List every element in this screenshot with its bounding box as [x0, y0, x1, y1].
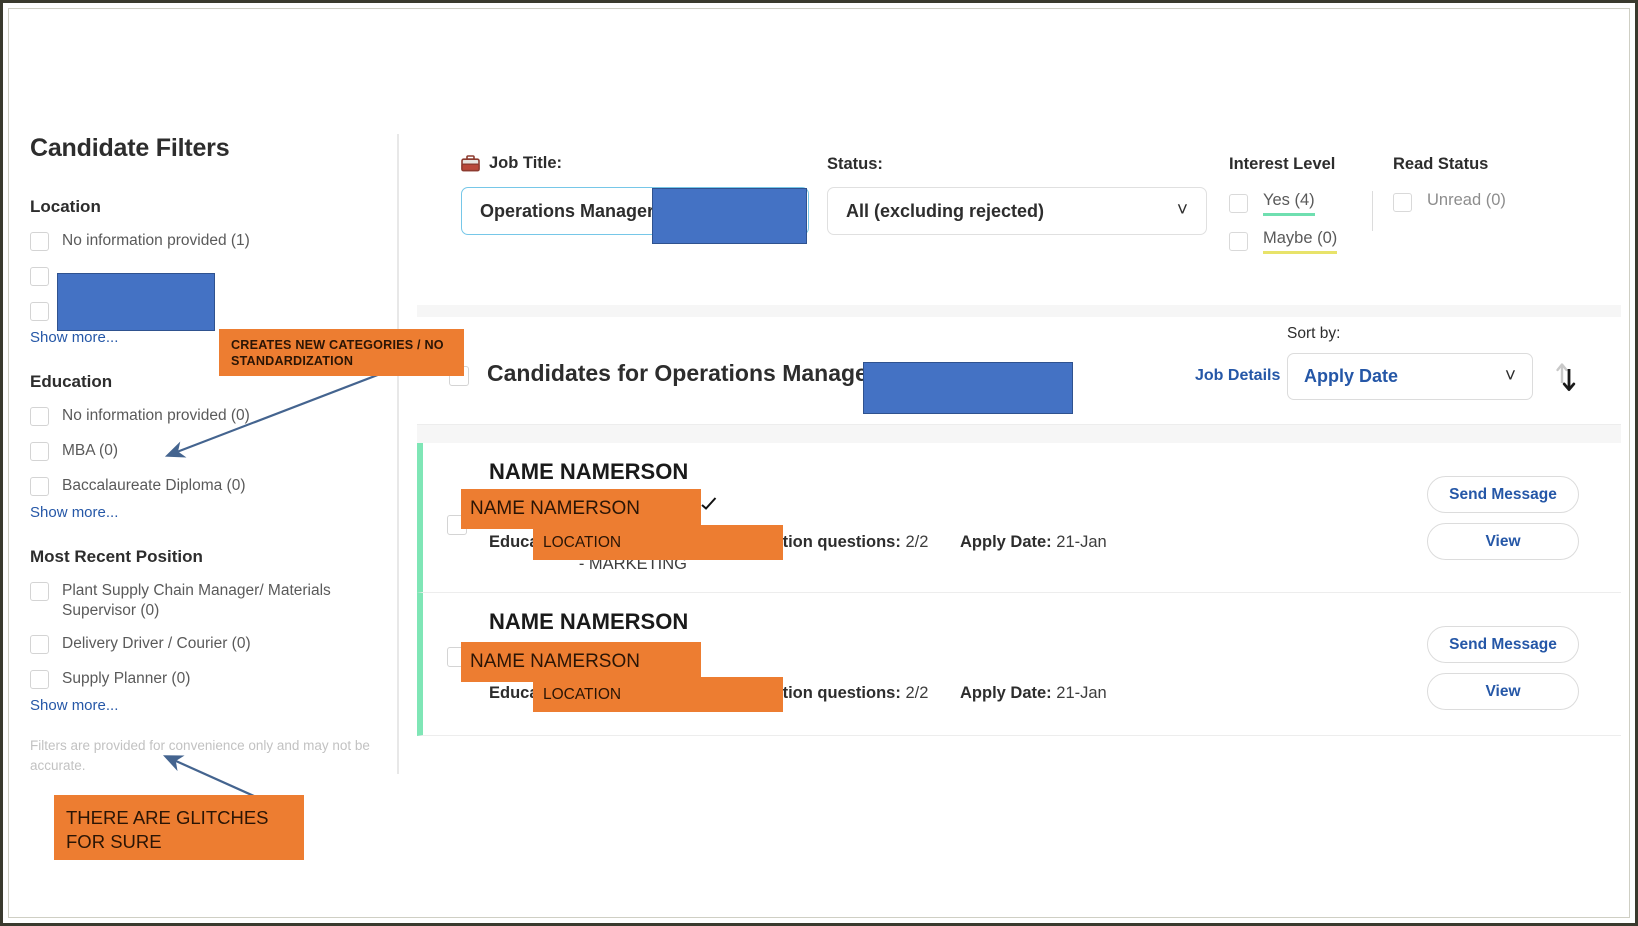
read-option-label: Unread (0)	[1427, 191, 1506, 213]
status-select[interactable]: All (excluding rejected) ˅	[827, 187, 1207, 235]
sidebar-title: Candidate Filters	[30, 134, 396, 163]
job-title-label: Job Title:	[489, 154, 562, 173]
filters-disclaimer: Filters are provided for convenience onl…	[30, 736, 370, 776]
show-more-education[interactable]: Show more...	[30, 504, 396, 521]
filter-group-title-location: Location	[30, 197, 396, 217]
annotation-callout-1: CREATES NEW CATEGORIES / NO STANDARDIZAT…	[219, 329, 464, 376]
checkbox[interactable]	[1229, 194, 1248, 213]
read-status-label: Read Status	[1393, 155, 1488, 174]
redaction-block-candidates-title	[863, 362, 1073, 414]
candidate-filters-sidebar: Candidate Filters Location No informatio…	[24, 134, 396, 774]
redaction-block-job-title	[652, 188, 807, 244]
candidate-name[interactable]: NAME NAMERSON	[489, 459, 688, 485]
interest-level-label: Interest Level	[1229, 155, 1335, 174]
interest-option-yes[interactable]: Yes (4)	[1229, 191, 1337, 216]
sort-by-value: Apply Date	[1304, 366, 1398, 387]
checkbox[interactable]	[30, 582, 49, 601]
checkbox[interactable]	[30, 635, 49, 654]
filter-option-position-0[interactable]: Plant Supply Chain Manager/ Materials Su…	[30, 581, 396, 621]
sort-descending-icon[interactable]	[1553, 359, 1579, 400]
questions-value: 2/2	[905, 684, 928, 702]
name-redaction-label: NAME NAMERSON	[461, 642, 701, 682]
send-message-button[interactable]: Send Message	[1427, 626, 1579, 663]
view-button[interactable]: View	[1427, 673, 1579, 710]
candidate-apply-date: Apply Date: 21-Jan	[960, 531, 1107, 553]
name-redaction-label: NAME NAMERSON	[461, 489, 701, 529]
interest-option-label: Maybe (0)	[1263, 229, 1337, 254]
filter-group-title-most-recent-position: Most Recent Position	[30, 547, 396, 567]
filter-option-position-1[interactable]: Delivery Driver / Courier (0)	[30, 634, 396, 656]
checkbox[interactable]	[30, 670, 49, 689]
checkbox[interactable]	[30, 442, 49, 461]
interest-option-maybe[interactable]: Maybe (0)	[1229, 229, 1337, 254]
questions-value: 2/2	[905, 533, 928, 551]
filter-option-label: Plant Supply Chain Manager/ Materials Su…	[62, 581, 380, 621]
filter-option-location-0[interactable]: No information provided (1)	[30, 231, 396, 253]
check-icon	[701, 496, 717, 517]
job-details-link[interactable]: Job Details	[1195, 367, 1280, 385]
status-label: Status:	[827, 155, 883, 174]
annotation-callout-2: THERE ARE GLITCHES FOR SURE	[54, 795, 304, 860]
filter-option-education-0[interactable]: No information provided (0)	[30, 406, 396, 428]
sort-by-label: Sort by:	[1287, 325, 1340, 343]
read-status-options: Unread (0)	[1393, 191, 1506, 226]
candidate-apply-date: Apply Date: 21-Jan	[960, 682, 1107, 704]
job-title-field-header: Job Title:	[461, 154, 562, 173]
show-more-position[interactable]: Show more...	[30, 697, 396, 714]
location-redaction-label: LOCATION	[533, 525, 783, 560]
header-shadow-band	[417, 425, 1621, 443]
apply-date-label: Apply Date:	[960, 684, 1052, 702]
filter-option-position-2[interactable]: Supply Planner (0)	[30, 669, 396, 691]
chevron-down-icon: ˅	[1505, 366, 1516, 388]
job-title-value: Operations Manager	[480, 201, 654, 222]
sort-by-select[interactable]: Apply Date ˅	[1287, 353, 1533, 400]
candidate-name[interactable]: NAME NAMERSON	[489, 609, 688, 635]
interest-level-options: Yes (4) Maybe (0)	[1229, 191, 1337, 267]
status-value: All (excluding rejected)	[846, 201, 1044, 222]
filter-option-education-2[interactable]: Baccalaureate Diploma (0)	[30, 476, 396, 498]
view-button[interactable]: View	[1427, 523, 1579, 560]
checkbox[interactable]	[30, 302, 49, 321]
briefcase-icon	[461, 155, 480, 172]
filter-option-label: Supply Planner (0)	[62, 669, 190, 689]
checkbox[interactable]	[30, 477, 49, 496]
apply-date-value: 21-Jan	[1056, 533, 1106, 551]
checkbox[interactable]	[1229, 232, 1248, 251]
checkbox[interactable]	[30, 267, 49, 286]
filter-bar: Job Title: Operations Manager Status: Al…	[417, 134, 1621, 316]
send-message-button[interactable]: Send Message	[1427, 476, 1579, 513]
chevron-down-icon: ˅	[1177, 200, 1188, 222]
location-redaction-label: LOCATION	[533, 677, 783, 712]
filter-bar-shadow-band	[417, 305, 1621, 317]
filter-option-label: MBA (0)	[62, 441, 118, 461]
checkbox[interactable]	[1393, 193, 1412, 212]
filter-option-education-1[interactable]: MBA (0)	[30, 441, 396, 463]
read-option-unread[interactable]: Unread (0)	[1393, 191, 1506, 213]
filter-option-label: Baccalaureate Diploma (0)	[62, 476, 246, 496]
vertical-divider	[1372, 191, 1373, 231]
apply-date-label: Apply Date:	[960, 533, 1052, 551]
candidates-header: Candidates for Operations Manager Job De…	[417, 317, 1621, 425]
apply-date-value: 21-Jan	[1056, 684, 1106, 702]
interest-option-label: Yes (4)	[1263, 191, 1315, 216]
page-canvas: Candidate Filters Location No informatio…	[8, 8, 1630, 918]
filter-option-label: Delivery Driver / Courier (0)	[62, 634, 251, 654]
filter-option-label: No information provided (0)	[62, 406, 250, 426]
checkbox[interactable]	[30, 232, 49, 251]
candidates-title: Candidates for Operations Manager	[487, 360, 877, 387]
checkbox[interactable]	[30, 407, 49, 426]
filter-option-label: No information provided (1)	[62, 231, 250, 251]
image-frame: Candidate Filters Location No informatio…	[0, 0, 1638, 926]
redaction-block-location	[57, 273, 215, 331]
